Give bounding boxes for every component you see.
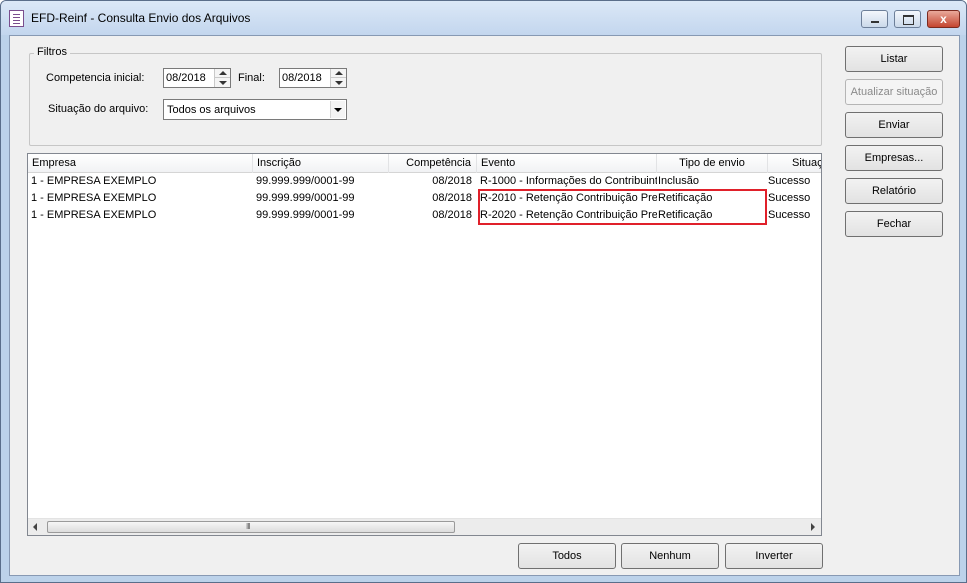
maximize-button[interactable] <box>894 10 921 28</box>
nenhum-button[interactable]: Nenhum <box>621 543 719 569</box>
cell-evento: R-1000 - Informações do Contribuinte <box>480 175 657 187</box>
table-row[interactable]: 1 - EMPRESA EXEMPLO 99.999.999/0001-99 0… <box>28 173 821 190</box>
app-window: EFD-Reinf - Consulta Envio dos Arquivos … <box>0 0 967 583</box>
cell-inscricao: 99.999.999/0001-99 <box>256 175 355 187</box>
highlight-annotation-box <box>478 189 767 225</box>
title-bar[interactable]: EFD-Reinf - Consulta Envio dos Arquivos … <box>1 1 966 35</box>
situacao-select[interactable]: Todos os arquivos <box>163 99 347 120</box>
filters-group-label: Filtros <box>34 46 70 58</box>
column-evento[interactable]: Evento <box>477 154 657 173</box>
situacao-label: Situação do arquivo: <box>48 103 149 115</box>
column-situacao[interactable]: Situaç <box>768 154 821 173</box>
competencia-final-value: 08/2018 <box>282 72 322 84</box>
window-title: EFD-Reinf - Consulta Envio dos Arquivos <box>31 11 251 25</box>
arquivos-list[interactable]: Empresa Inscrição Competência Evento Tip… <box>27 153 822 536</box>
cell-competencia: 08/2018 <box>432 175 472 187</box>
close-button[interactable]: x <box>927 10 960 28</box>
competencia-inicial-spin-arrows[interactable] <box>214 69 230 87</box>
competencia-final-stepper[interactable]: 08/2018 <box>279 68 347 88</box>
column-competencia[interactable]: Competência <box>389 154 477 173</box>
situacao-dropdown-button[interactable] <box>330 101 345 118</box>
spin-up-icon[interactable] <box>219 71 227 75</box>
empresas-button[interactable]: Empresas... <box>845 145 943 171</box>
cell-situacao: Sucesso <box>768 175 811 187</box>
column-tipo-envio[interactable]: Tipo de envio <box>657 154 768 173</box>
scrollbar-thumb[interactable]: III <box>47 521 455 533</box>
competencia-final-spin-arrows[interactable] <box>330 69 346 87</box>
close-icon: x <box>940 12 947 26</box>
final-label: Final: <box>238 72 265 84</box>
chevron-down-icon <box>334 108 342 112</box>
cell-competencia: 08/2018 <box>432 192 472 204</box>
listar-button[interactable]: Listar <box>845 46 943 72</box>
scroll-left-icon[interactable] <box>28 519 45 535</box>
spin-up-icon[interactable] <box>335 71 343 75</box>
cell-inscricao: 99.999.999/0001-99 <box>256 192 355 204</box>
inverter-button[interactable]: Inverter <box>725 543 823 569</box>
situacao-value: Todos os arquivos <box>167 104 256 116</box>
cell-situacao: Sucesso <box>768 209 811 221</box>
fechar-button[interactable]: Fechar <box>845 211 943 237</box>
column-empresa[interactable]: Empresa <box>28 154 253 173</box>
column-inscricao[interactable]: Inscrição <box>253 154 389 173</box>
enviar-button[interactable]: Enviar <box>845 112 943 138</box>
dialog-body: Filtros Competencia inicial: 08/2018 Fin… <box>9 35 960 576</box>
competencia-inicial-label: Competencia inicial: <box>46 72 145 84</box>
todos-button[interactable]: Todos <box>518 543 616 569</box>
cell-inscricao: 99.999.999/0001-99 <box>256 209 355 221</box>
filters-group <box>29 53 822 146</box>
cell-empresa: 1 - EMPRESA EXEMPLO <box>31 192 157 204</box>
cell-empresa: 1 - EMPRESA EXEMPLO <box>31 175 157 187</box>
scroll-right-icon[interactable] <box>804 519 821 535</box>
document-icon <box>9 10 24 27</box>
relatorio-button[interactable]: Relatório <box>845 178 943 204</box>
horizontal-scrollbar[interactable]: III <box>28 518 821 535</box>
spin-down-icon[interactable] <box>219 81 227 85</box>
cell-tipo-envio: Inclusão <box>658 175 699 187</box>
spin-down-icon[interactable] <box>335 81 343 85</box>
competencia-inicial-value: 08/2018 <box>166 72 206 84</box>
competencia-inicial-stepper[interactable]: 08/2018 <box>163 68 231 88</box>
list-header: Empresa Inscrição Competência Evento Tip… <box>28 154 821 173</box>
atualizar-situacao-button[interactable]: Atualizar situação <box>845 79 943 105</box>
cell-empresa: 1 - EMPRESA EXEMPLO <box>31 209 157 221</box>
scroll-grip-icon: III <box>246 522 251 531</box>
cell-situacao: Sucesso <box>768 192 811 204</box>
minimize-button[interactable] <box>861 10 888 28</box>
cell-competencia: 08/2018 <box>432 209 472 221</box>
